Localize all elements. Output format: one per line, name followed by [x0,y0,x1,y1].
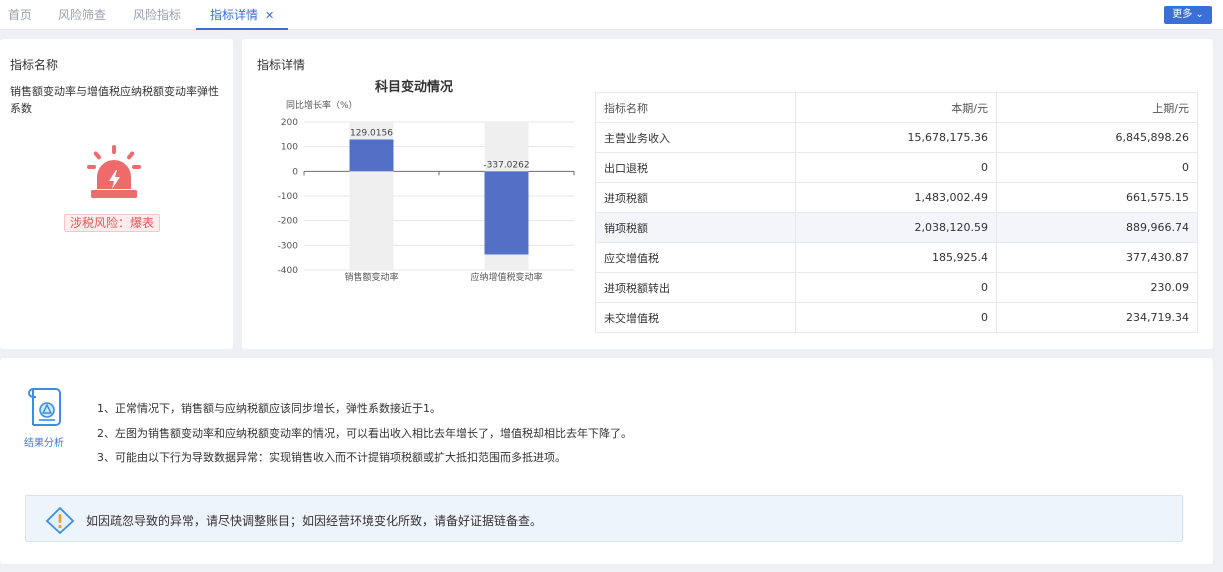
risk-level-badge: 涉税风险：爆表 [64,214,161,232]
table-cell: 主营业务收入 [595,122,796,153]
analysis-card: 结果分析 1、正常情况下，销售额与应纳税额应该同步增长，弹性系数接近于1。 2、… [0,358,1213,564]
more-button-label: 更多 [1172,9,1193,20]
chart-x-tick-label: 应纳增值税变动率 [470,271,542,283]
table-cell: 销项税额 [595,212,796,243]
tab-indicator-detail-label: 指标详情 [210,8,259,22]
chevron-down-icon: ⌄ [1195,9,1204,20]
indicator-card-title: 指标名称 [10,58,59,72]
table-cell: 234,719.34 [996,302,1198,333]
chart-y-tick-label: 100 [281,143,298,153]
table-row: 应交增值税 185,925.4 377,430.87 [595,242,1198,273]
table-cell: 进项税额 [595,182,796,213]
indicator-card: 指标名称 销售额变动率与增值税应纳税额变动率弹性系数 涉税风险：爆表 [0,39,233,349]
analysis-line: 3、可能由以下行为导致数据异常：实现销售收入而不计提销项税额或扩大抵扣范围而多抵… [97,451,566,464]
analysis-label: 结果分析 [24,438,64,449]
table-cell: 185,925.4 [795,242,997,273]
table-header-cell: 上期/元 [996,92,1198,123]
chart-y-tick-label: -300 [278,241,299,251]
chart-y-tick-label: 200 [281,118,298,128]
tab-risk-indicators[interactable]: 风险指标 [133,0,181,30]
more-button[interactable]: 更多 ⌄ [1164,6,1212,24]
chart-y-tick-label: -400 [278,266,299,276]
indicator-detail-card: 指标详情 科目变动情况 同比增长率（%） 200 100 0 -100 -200 -300… [242,39,1213,349]
tip-text: 如因疏忽导致的异常，请尽快调整账目；如因经营环境变化所致，请备好证据链备查。 [86,514,543,528]
table-header-cell: 指标名称 [595,92,796,123]
chart-bar [349,139,394,172]
close-icon[interactable]: ✕ [265,9,274,22]
table-cell: 0 [795,302,997,333]
table-cell: 1,483,002.49 [795,182,997,213]
tab-risk-indicators-label: 风险指标 [133,8,182,22]
indicator-name: 销售额变动率与增值税应纳税额变动率弹性系数 [10,85,219,115]
chart-title: 科目变动情况 [375,79,453,95]
warning-icon [45,506,75,534]
analysis-line: 2、左图为销售额变动率和应纳税额变动率的情况，可以看出收入相比去年增长了，增值税… [97,427,632,440]
chart-grid [304,121,574,271]
table-cell: 230.09 [996,272,1198,303]
table-row: 进项税额转出 0 230.09 [595,272,1198,303]
table-cell: 未交增值税 [595,302,796,333]
table-cell: 0 [795,152,997,183]
chart-x-tick-label: 销售额变动率 [344,271,398,283]
chart-ylabel: 同比增长率（%） [286,99,358,111]
chart-data-label: 129.0156 [350,129,393,139]
table-cell: 0 [996,152,1198,183]
indicator-detail-title: 指标详情 [257,58,306,72]
chart-y-tick-label: -100 [278,192,299,202]
chart-bar [484,171,529,255]
table-row: 主营业务收入 15,678,175.36 6,845,898.26 [595,122,1198,153]
table-cell: 661,575.15 [996,182,1198,213]
chart-data-label: -337.0262 [483,160,529,170]
table-cell: 377,430.87 [996,242,1198,273]
table-cell: 应交增值税 [595,242,796,273]
table-row: 进项税额 1,483,002.49 661,575.15 [595,182,1198,213]
chart-x-axis: 销售额变动率 应纳增值税变动率 [303,171,575,283]
table-header-cell: 本期/元 [795,92,997,123]
table-cell: 出口退税 [595,152,796,183]
tab-home-label: 首页 [8,8,33,22]
tab-bar: 首页 风险筛查 风险指标 指标详情 ✕ 更多 ⌄ [0,0,1223,30]
table-cell: 889,966.74 [996,212,1198,243]
analysis-line: 1、正常情况下，销售额与应纳税额应该同步增长，弹性系数接近于1。 [97,402,441,415]
tab-risk-screening-label: 风险筛查 [58,8,107,22]
alarm-light-icon [87,145,141,198]
table-cell: 15,678,175.36 [795,122,997,153]
table-row: 出口退税 0 0 [595,152,1198,183]
tab-home[interactable]: 首页 [8,0,32,30]
chart-y-tick-label: -200 [278,217,299,227]
table-cell: 0 [795,272,997,303]
analysis-report-icon [27,388,61,426]
table-cell: 6,845,898.26 [996,122,1198,153]
detail-table: 指标名称 本期/元 上期/元 主营业务收入 15,678,175.36 6,84… [595,92,1198,333]
change-bar-chart: 科目变动情况 同比增长率（%） 2001000-100-200-300-400 … [278,79,575,283]
table-header-row: 指标名称 本期/元 上期/元 [595,92,1198,123]
tab-indicator-detail[interactable]: 指标详情 ✕ [196,0,289,30]
table-row: 未交增值税 0 234,719.34 [595,302,1198,333]
chart-y-tick-label: 0 [292,167,298,177]
table-cell: 进项税额转出 [595,272,796,303]
table-row: 销项税额 2,038,120.59 889,966.74 [595,212,1198,243]
table-cell: 2,038,120.59 [795,212,997,243]
tip-box: 如因疏忽导致的异常，请尽快调整账目；如因经营环境变化所致，请备好证据链备查。 [25,495,1183,542]
chart-y-axis: 200 100 0 -100 -200 -300 -400 [278,118,299,276]
tab-risk-screening[interactable]: 风险筛查 [58,0,106,30]
